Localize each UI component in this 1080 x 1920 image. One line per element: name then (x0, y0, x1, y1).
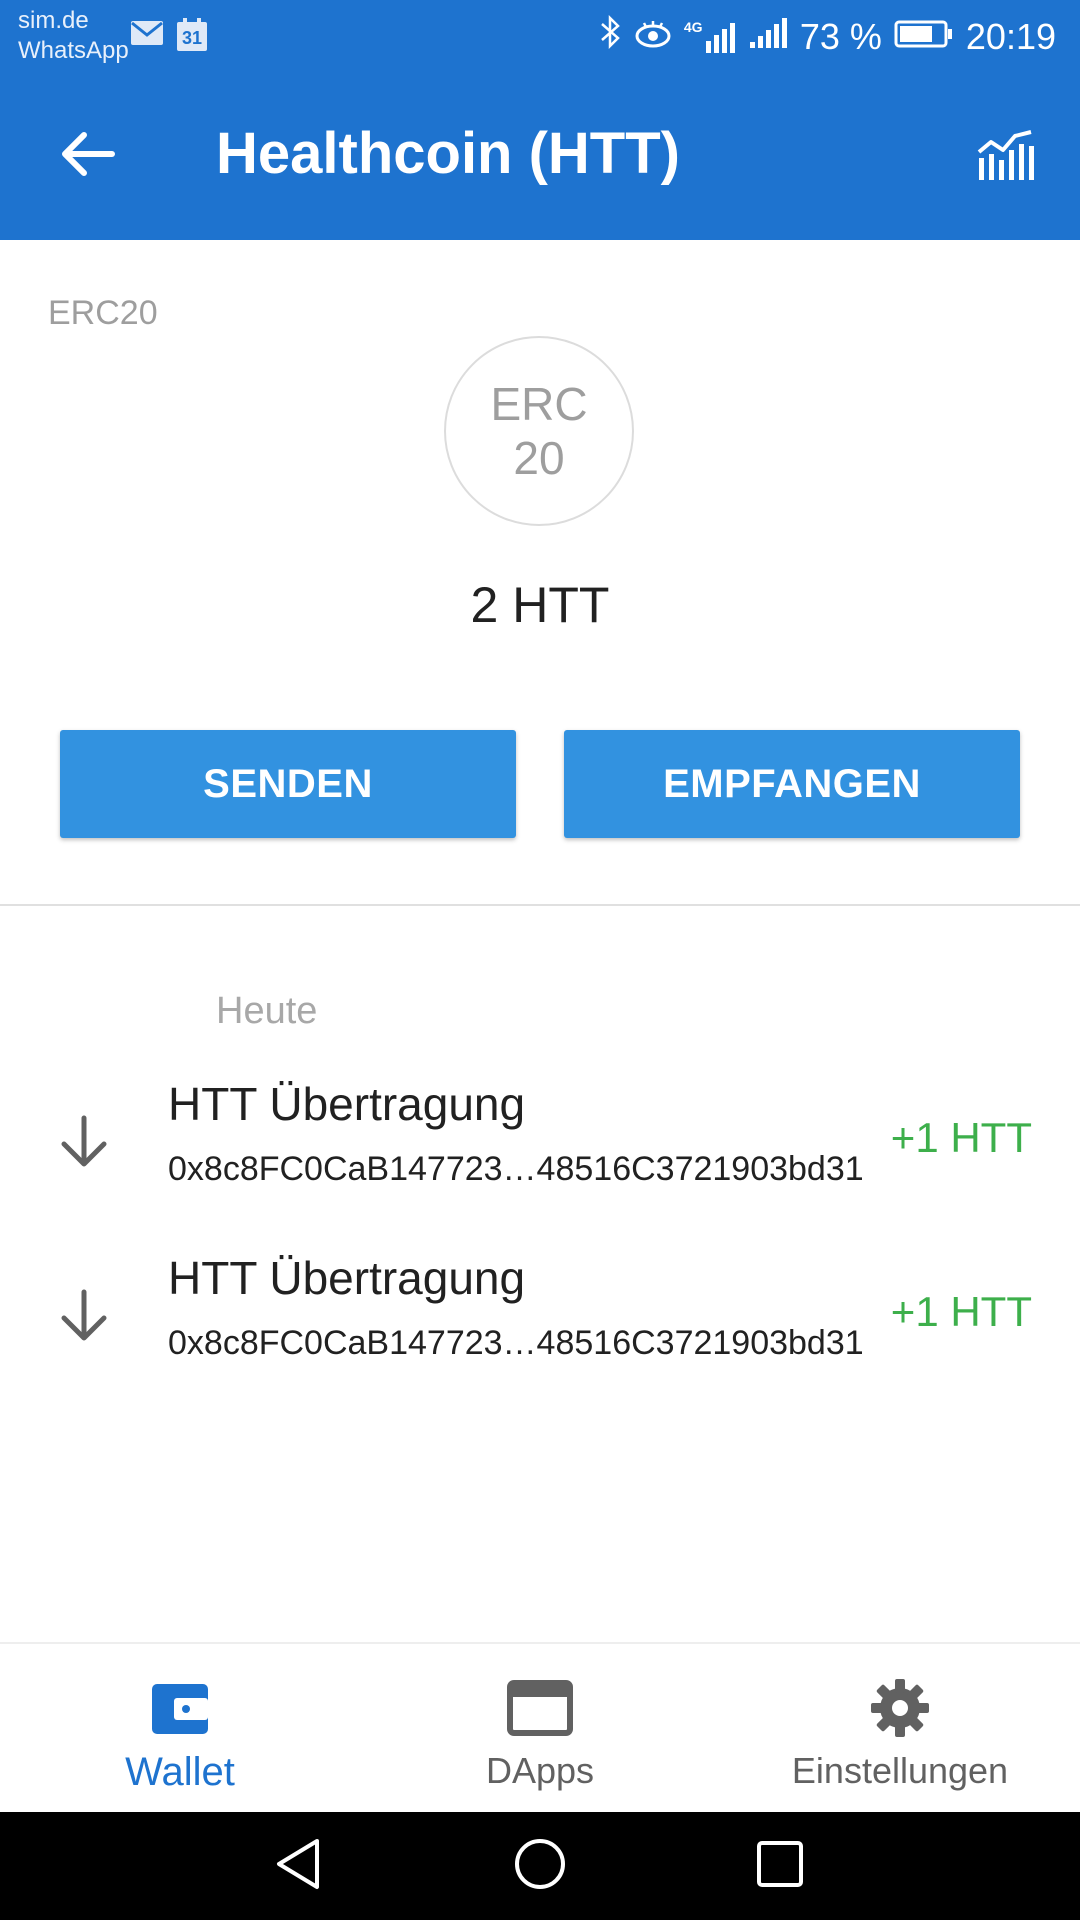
browser-window-icon (504, 1672, 576, 1744)
bluetooth-icon (598, 14, 622, 59)
system-navigation-bar (0, 1812, 1080, 1920)
transaction-address: 0x8c8FC0CaB147723…48516C3721903bd31 (168, 1150, 864, 1188)
battery-icon (894, 16, 954, 58)
transaction-address: 0x8c8FC0CaB147723…48516C3721903bd31 (168, 1324, 864, 1362)
system-recents-button[interactable] (748, 1834, 812, 1898)
battery-percentage: 73 % (799, 15, 882, 57)
system-status: 4G 73 % 20:19 (598, 14, 1056, 59)
arrow-down-icon (56, 1114, 112, 1170)
arrow-down-icon (56, 1288, 112, 1344)
token-standard-label: ERC20 (48, 294, 158, 332)
carrier-name: sim.de (18, 7, 89, 34)
transaction-row[interactable]: HTT Übertragung 0x8c8FC0CaB147723…48516C… (0, 1076, 1080, 1236)
transaction-row[interactable]: HTT Übertragung 0x8c8FC0CaB147723…48516C… (0, 1250, 1080, 1410)
nav-settings[interactable]: Einstellungen (720, 1644, 1080, 1814)
market-chart-button[interactable] (970, 122, 1040, 192)
notification-app-name: WhatsApp (18, 37, 129, 64)
token-logo-line2: 20 (513, 432, 565, 484)
nav-settings-label: Einstellungen (791, 1750, 1009, 1791)
transactions-date-header: Heute (216, 990, 318, 1032)
bar-chart-icon (975, 128, 1035, 187)
mail-icon (130, 20, 164, 51)
status-bar: sim.de WhatsApp 31 4G 73 % 20:19 (0, 0, 1080, 72)
transaction-title: HTT Übertragung (168, 1252, 526, 1304)
system-home-button[interactable] (508, 1834, 572, 1898)
signal-strength-icon (748, 14, 788, 59)
calendar-day: 31 (181, 28, 203, 48)
receive-button[interactable]: EMPFANGEN (564, 730, 1020, 838)
notification-icons: 31 (130, 18, 208, 52)
square-recents-icon (755, 1839, 805, 1894)
gear-icon (864, 1672, 936, 1744)
token-logo-line1: ERC (490, 378, 588, 430)
nav-wallet[interactable]: Wallet (0, 1644, 360, 1814)
transaction-amount: +1 HTT (890, 1114, 1032, 1161)
circle-home-icon (513, 1837, 567, 1896)
mobile-signal-4g-icon: 4G (684, 19, 736, 55)
calendar-icon: 31 (176, 18, 208, 52)
arrow-left-icon (60, 130, 116, 183)
carrier-info: sim.de WhatsApp (18, 6, 129, 66)
triangle-back-icon (273, 1837, 323, 1896)
nav-wallet-label: Wallet (125, 1750, 235, 1794)
nav-dapps[interactable]: DApps (360, 1644, 720, 1814)
divider (0, 904, 1080, 906)
clock: 20:19 (965, 15, 1056, 57)
system-back-button[interactable] (266, 1834, 330, 1898)
nav-dapps-label: DApps (485, 1750, 595, 1791)
token-balance: 2 HTT (470, 577, 610, 633)
transaction-amount: +1 HTT (890, 1288, 1032, 1335)
wallet-icon (144, 1672, 216, 1744)
eye-comfort-icon (634, 16, 672, 58)
send-button[interactable]: SENDEN (60, 730, 516, 838)
bottom-navigation: Wallet DApps Einstellungen (0, 1642, 1080, 1814)
page-title: Healthcoin (HTT) (216, 121, 680, 186)
back-button[interactable] (52, 120, 124, 192)
app-bar: Healthcoin (HTT) (0, 72, 1080, 240)
transaction-title: HTT Übertragung (168, 1078, 526, 1130)
token-logo: ERC 20 (444, 336, 634, 526)
